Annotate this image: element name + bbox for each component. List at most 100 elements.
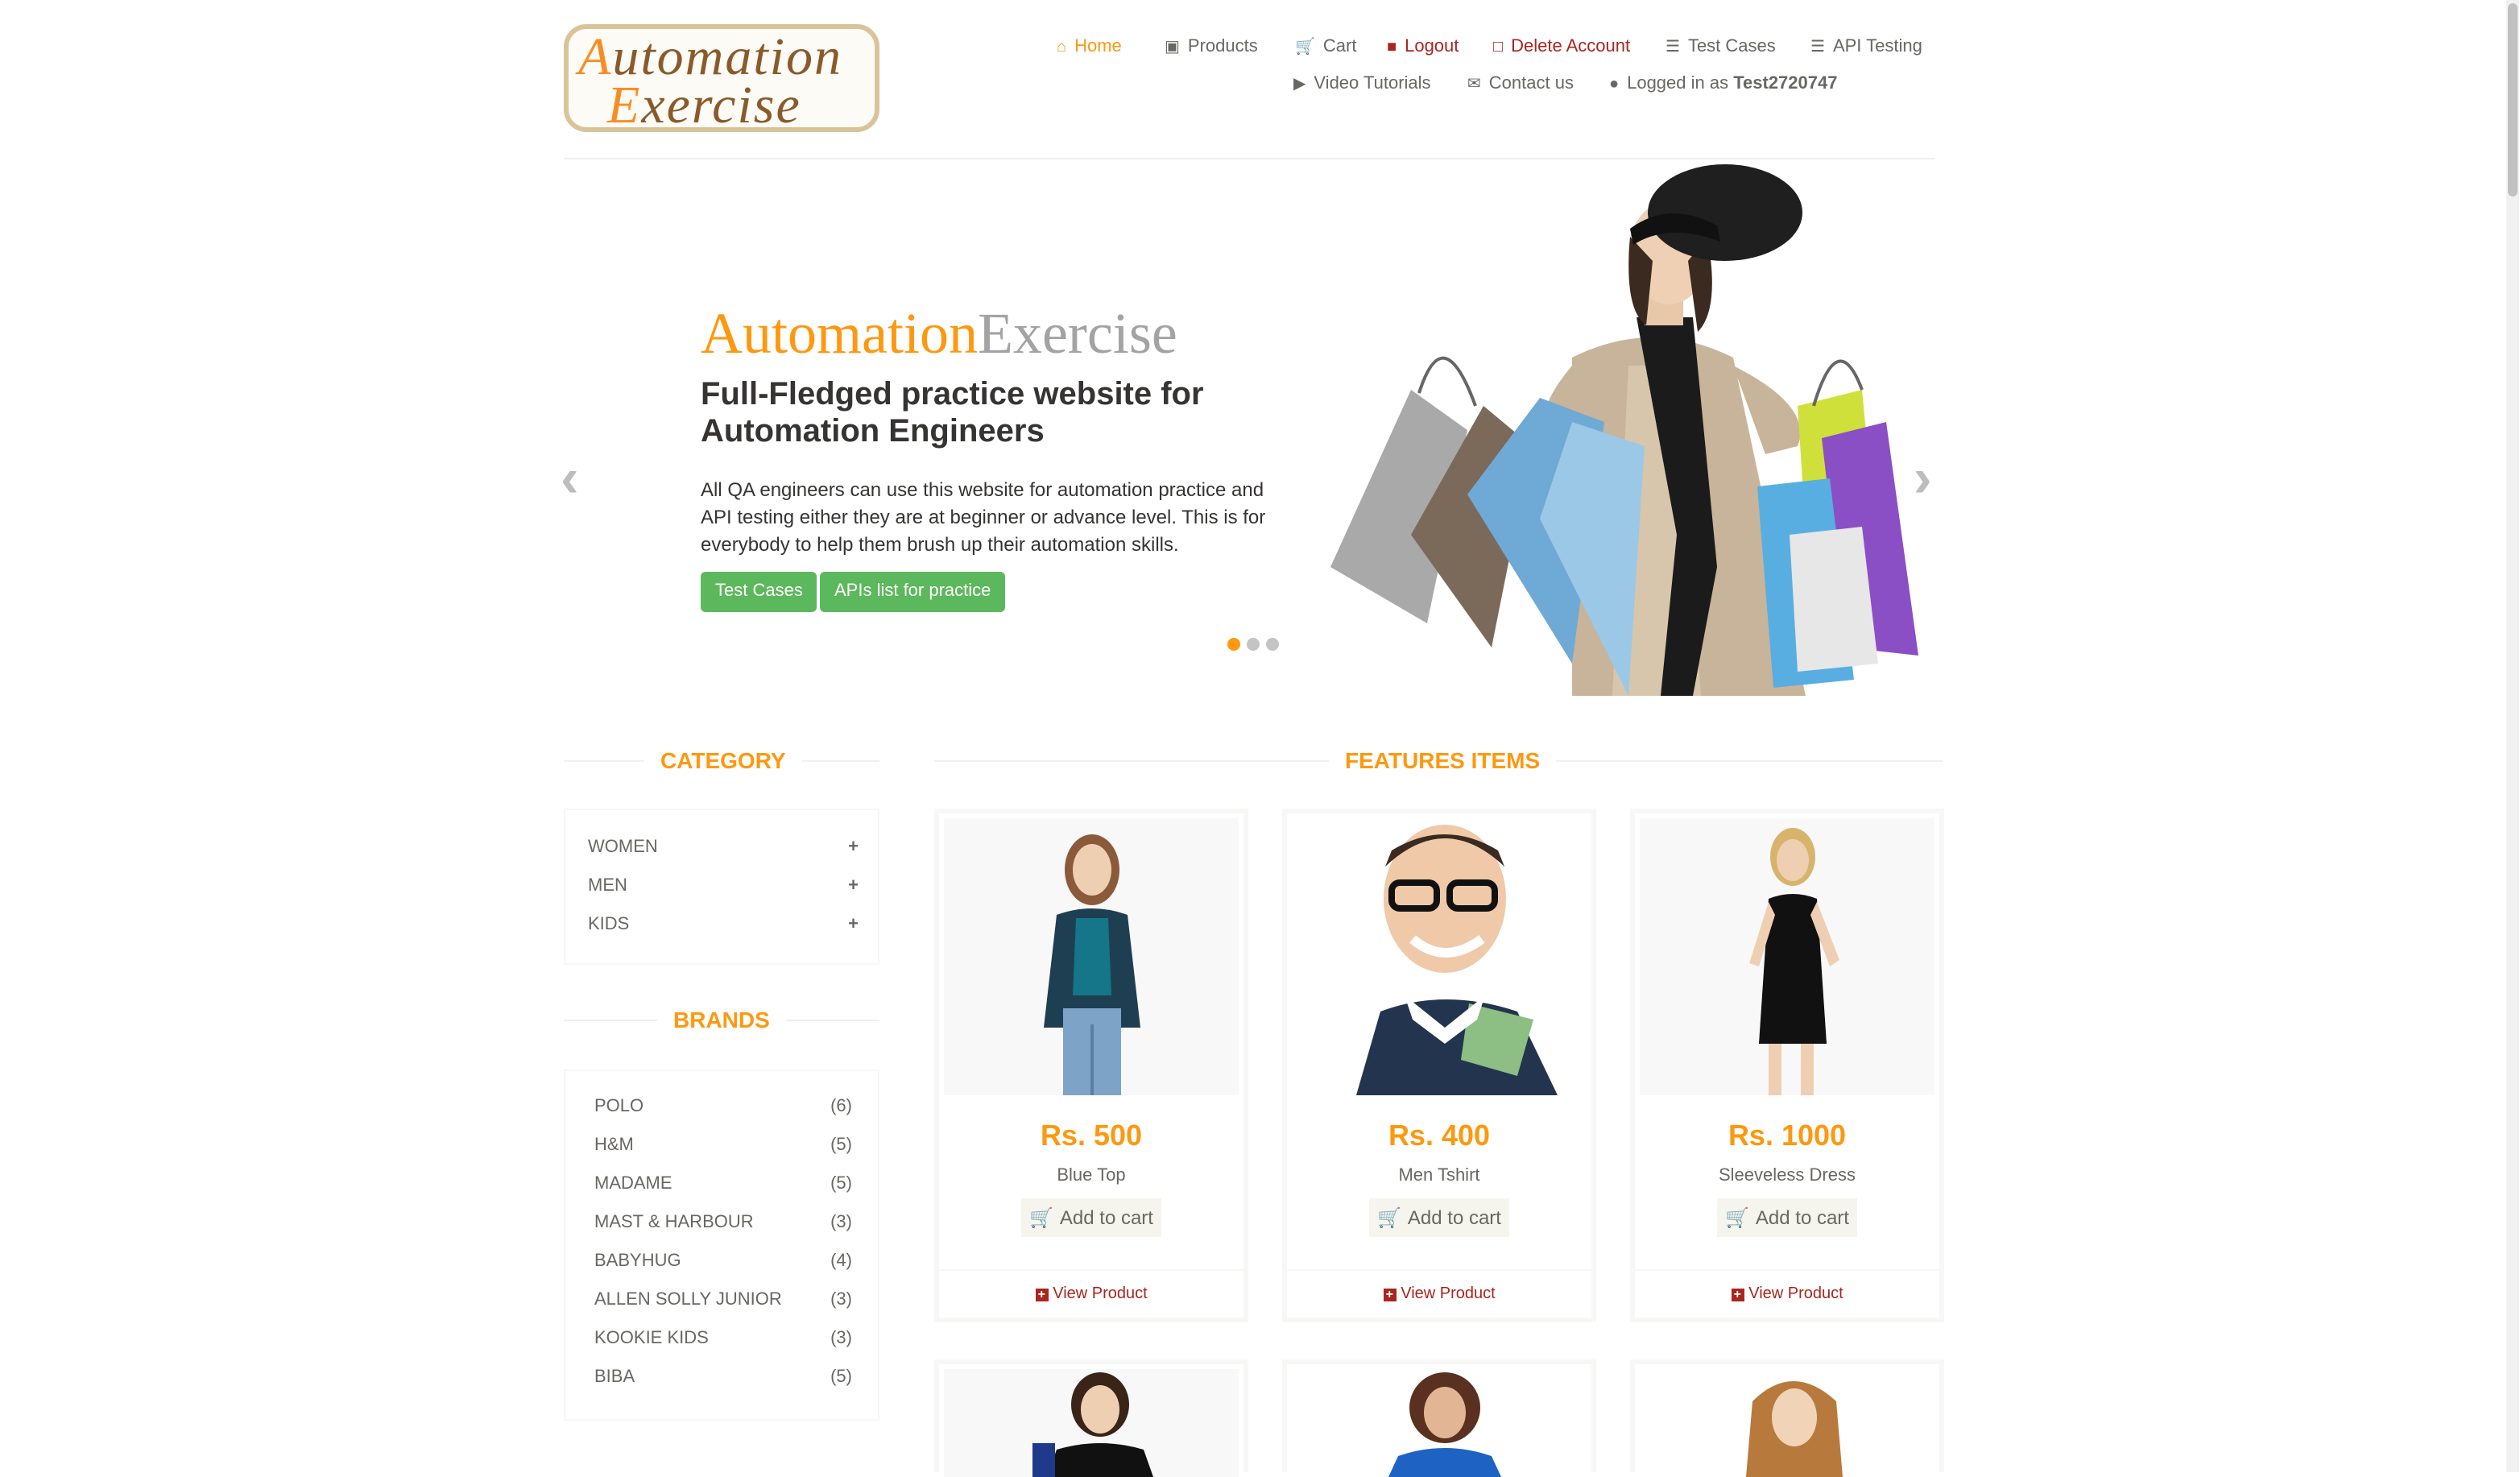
brand-item[interactable]: BIBA (5) xyxy=(594,1367,852,1387)
site-logo[interactable]: Automation Exercise xyxy=(564,24,879,135)
features-title: FEATURES ITEMS xyxy=(1329,747,1557,773)
page-scrollbar[interactable] xyxy=(2506,0,2519,1472)
brand-count: (5) xyxy=(830,1136,852,1155)
youtube-play-icon: ▶ xyxy=(1293,75,1306,93)
nav-test-cases-label: Test Cases xyxy=(1687,37,1776,56)
product-image xyxy=(1292,1369,1587,1477)
product-card xyxy=(1630,1359,1944,1477)
view-product-label: View Product xyxy=(1401,1285,1496,1303)
category-title: CATEGORY xyxy=(644,747,802,773)
brand-item[interactable]: MAST & HARBOUR (3) xyxy=(594,1213,852,1232)
category-panel: WOMEN + MEN + KIDS + xyxy=(564,809,879,965)
plus-square-icon: + xyxy=(1383,1288,1397,1301)
plus-icon[interactable]: + xyxy=(848,838,859,857)
product-card xyxy=(1282,1359,1596,1477)
brand-count: (3) xyxy=(830,1329,852,1348)
nav-products[interactable]: ▣ Products xyxy=(1165,37,1258,56)
brand-item[interactable]: KOOKIE KIDS (3) xyxy=(594,1329,852,1348)
category-item-women[interactable]: WOMEN + xyxy=(588,838,859,857)
plus-square-icon: + xyxy=(1731,1288,1744,1301)
brand-item[interactable]: MADAME (5) xyxy=(594,1174,852,1194)
brand-name: BIBA xyxy=(594,1367,635,1387)
brand-item[interactable]: POLO (6) xyxy=(594,1097,852,1116)
nav-api-testing[interactable]: ☰ API Testing xyxy=(1810,37,1922,56)
brand-name: POLO xyxy=(594,1097,644,1116)
category-label: KIDS xyxy=(588,915,630,934)
product-image-men-tshirt xyxy=(1292,818,1587,1095)
nav-logout[interactable]: ■ Logout xyxy=(1387,37,1459,56)
view-product-link[interactable]: + View Product xyxy=(1635,1285,1939,1303)
nav-delete-account-label: Delete Account xyxy=(1511,37,1631,56)
brand-count: (5) xyxy=(830,1367,852,1387)
brand-count: (3) xyxy=(830,1213,852,1232)
product-card: Rs. 500 Blue Top 🛒 Add to cart + View Prod… xyxy=(934,809,1248,1322)
list-icon: ☰ xyxy=(1666,38,1680,56)
logged-in-username: Test2720747 xyxy=(1733,74,1838,93)
slider-indicator-3[interactable] xyxy=(1266,638,1279,651)
brand-item[interactable]: H&M (5) xyxy=(594,1136,852,1155)
view-product-label: View Product xyxy=(1053,1285,1148,1303)
brand-count: (5) xyxy=(830,1174,852,1194)
nav-logged-in-as: ● Logged in as Test2720747 xyxy=(1609,74,1837,93)
card-divider xyxy=(1287,1269,1591,1271)
nav-api-testing-label: API Testing xyxy=(1832,37,1922,56)
product-image-sleeveless-dress xyxy=(1640,818,1934,1095)
logo-line-2-rest: xercise xyxy=(641,77,801,135)
header-divider xyxy=(564,158,1934,159)
product-card xyxy=(934,1359,1248,1477)
nav-video-tutorials[interactable]: ▶ Video Tutorials xyxy=(1293,74,1431,93)
nav-products-label: Products xyxy=(1187,37,1258,56)
nav-video-tutorials-label: Video Tutorials xyxy=(1314,74,1431,93)
slider-indicator-1[interactable] xyxy=(1227,638,1240,651)
nav-cart[interactable]: 🛒 Cart xyxy=(1295,37,1356,56)
nav-test-cases[interactable]: ☰ Test Cases xyxy=(1666,37,1776,56)
nav-contact-us[interactable]: ✉ Contact us xyxy=(1467,74,1574,93)
brands-title: BRANDS xyxy=(657,1007,786,1032)
cart-icon: 🛒 xyxy=(1029,1206,1053,1229)
home-icon: ⌂ xyxy=(1057,38,1067,56)
add-to-cart-button[interactable]: 🛒 Add to cart xyxy=(1369,1198,1509,1237)
cart-icon: 🛒 xyxy=(1725,1206,1749,1229)
plus-icon[interactable]: + xyxy=(848,915,859,934)
brands-panel: POLO (6) H&M (5) MADAME (5) MAST & HARBOUR (… xyxy=(564,1069,879,1421)
nav-delete-account[interactable]: □ Delete Account xyxy=(1493,37,1630,56)
category-item-men[interactable]: MEN + xyxy=(588,876,859,896)
product-name: Men Tshirt xyxy=(1398,1166,1480,1185)
slider-indicator-2[interactable] xyxy=(1247,638,1260,651)
cart-icon: 🛒 xyxy=(1377,1206,1401,1229)
category-item-kids[interactable]: KIDS + xyxy=(588,915,859,934)
brand-item[interactable]: ALLEN SOLLY JUNIOR (3) xyxy=(594,1290,852,1309)
brand-name: ALLEN SOLLY JUNIOR xyxy=(594,1290,782,1309)
slider-prev-chevron-left-icon[interactable]: ‹ xyxy=(561,448,579,511)
hero-heading: Full-Fledged practice website for Automa… xyxy=(701,377,1204,449)
brand-item[interactable]: BABYHUG (4) xyxy=(594,1252,852,1271)
product-image xyxy=(1640,1369,1934,1477)
nav-home[interactable]: ⌂ Home xyxy=(1057,37,1122,56)
product-price: Rs. 500 xyxy=(1040,1119,1143,1152)
add-to-cart-button[interactable]: 🛒 Add to cart xyxy=(1717,1198,1857,1237)
product-card: Rs. 1000 Sleeveless Dress 🛒 Add to cart +… xyxy=(1630,809,1944,1322)
view-product-link[interactable]: + View Product xyxy=(1287,1285,1591,1303)
view-product-link[interactable]: + View Product xyxy=(939,1285,1243,1303)
card-divider xyxy=(939,1269,1243,1271)
product-name: Sleeveless Dress xyxy=(1719,1166,1856,1185)
products-icon: ▣ xyxy=(1165,38,1180,56)
cart-icon: 🛒 xyxy=(1295,38,1315,56)
product-image-blue-top xyxy=(944,818,1239,1095)
brand-name: H&M xyxy=(594,1136,634,1155)
nav-home-label: Home xyxy=(1074,37,1122,56)
logged-in-prefix: Logged in as xyxy=(1627,74,1729,93)
apis-list-button[interactable]: APIs list for practice xyxy=(820,572,1006,612)
product-card: Rs. 400 Men Tshirt 🛒 Add to cart + View Pr… xyxy=(1282,809,1596,1322)
brand-count: (6) xyxy=(830,1097,852,1116)
user-icon: ● xyxy=(1609,75,1620,93)
brand-name: KOOKIE KIDS xyxy=(594,1329,709,1348)
brand-name: BABYHUG xyxy=(594,1252,681,1271)
hero-brand-part1: Automation xyxy=(701,301,978,366)
scrollbar-thumb[interactable] xyxy=(2508,3,2518,197)
plus-icon[interactable]: + xyxy=(848,876,859,896)
add-to-cart-button[interactable]: 🛒 Add to cart xyxy=(1021,1198,1161,1237)
test-cases-button[interactable]: Test Cases xyxy=(701,572,817,612)
product-image xyxy=(944,1369,1239,1477)
hero-brand-part2: Exercise xyxy=(977,301,1177,366)
